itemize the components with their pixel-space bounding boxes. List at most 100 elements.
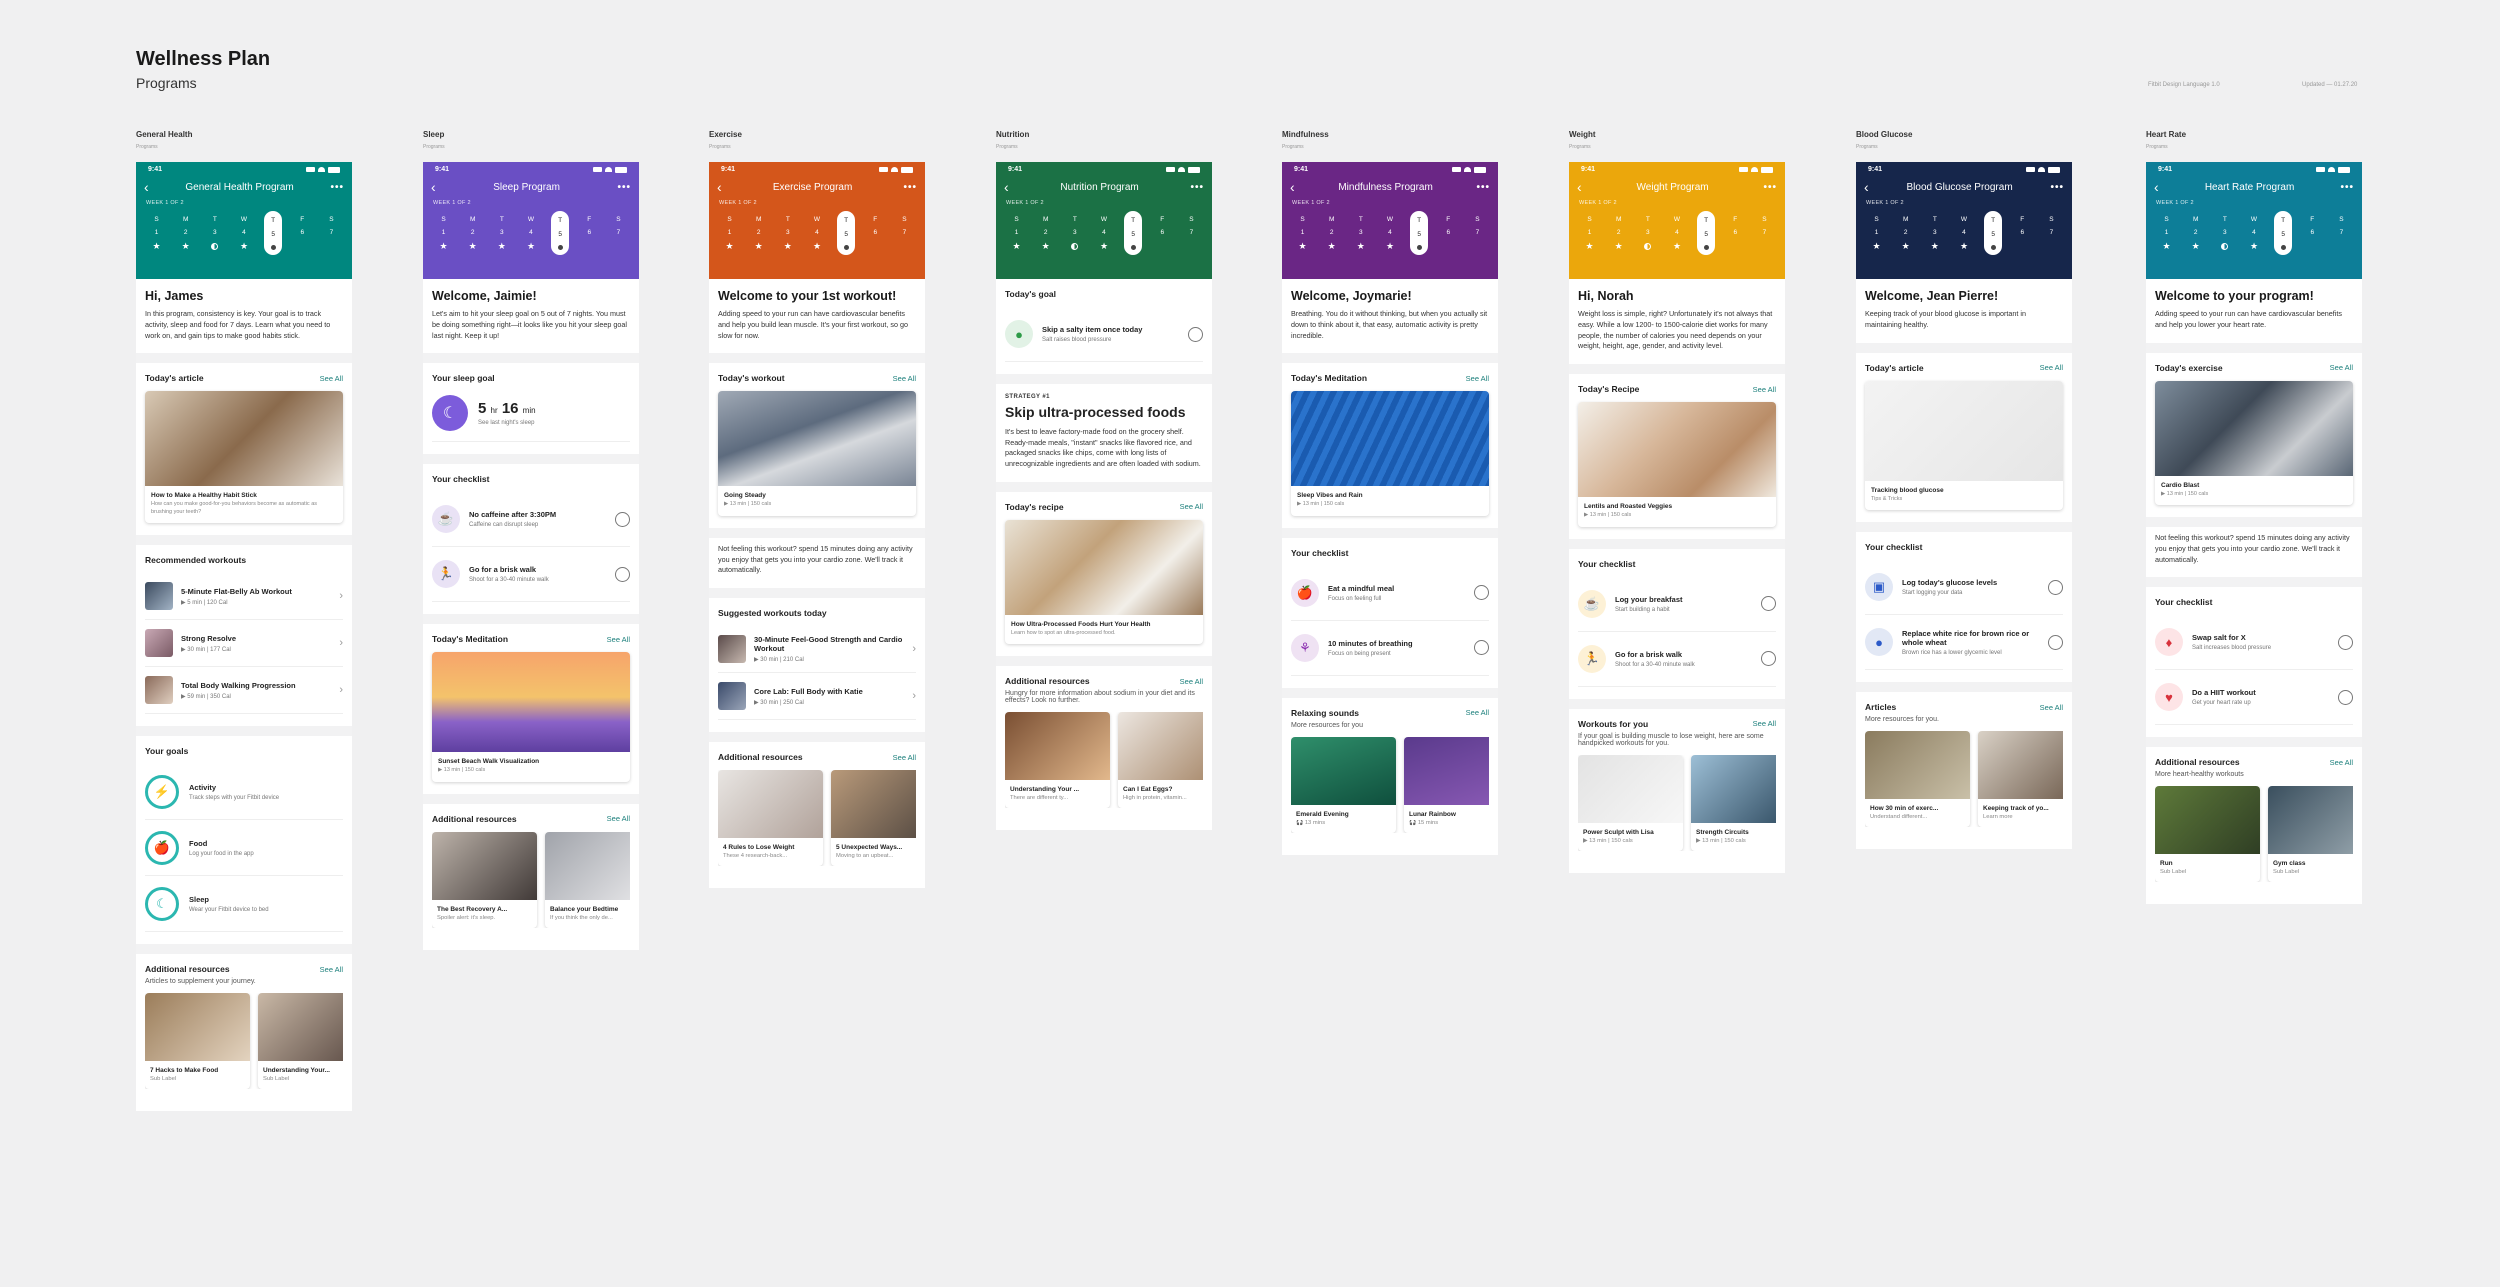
see-all-link[interactable]: See All — [2040, 363, 2063, 372]
more-icon[interactable]: ••• — [2340, 182, 2354, 193]
day-6[interactable]: F 6 — [866, 211, 884, 255]
day-4[interactable]: W 4 ★ — [808, 211, 826, 255]
see-all-link[interactable]: See All — [2330, 363, 2353, 372]
day-6[interactable]: F 6 — [2303, 211, 2321, 255]
day-3[interactable]: T 3 — [206, 211, 224, 255]
day-2[interactable]: M 2 ★ — [1323, 211, 1341, 255]
day-1[interactable]: S 1 ★ — [1294, 211, 1312, 255]
day-6[interactable]: F 6 — [1439, 211, 1457, 255]
day-2[interactable]: M 2 ★ — [177, 211, 195, 255]
goal-row[interactable]: 🍎 Food Log your food in the app — [145, 820, 343, 877]
checkbox-radio[interactable] — [2338, 689, 2353, 705]
day-3[interactable]: T 3 — [1639, 211, 1657, 255]
see-all-link[interactable]: See All — [1466, 708, 1489, 717]
resource-card[interactable]: 5 Unexpected Ways... Moving to an upbeat.… — [831, 770, 916, 867]
horizontal-scroll[interactable]: Understanding Your ... There are differen… — [1005, 712, 1203, 809]
back-chevron-icon[interactable]: ‹ — [431, 180, 436, 194]
back-chevron-icon[interactable]: ‹ — [2154, 180, 2159, 194]
see-all-link[interactable]: See All — [1753, 719, 1776, 728]
day-5[interactable]: T 5 — [1410, 211, 1429, 255]
featured-card[interactable]: Sleep Vibes and Rain ▶ 13 min | 150 cals — [1291, 391, 1489, 516]
day-5[interactable]: T 5 — [264, 211, 283, 255]
back-chevron-icon[interactable]: ‹ — [1864, 180, 1869, 194]
day-3[interactable]: T 3 ★ — [1352, 211, 1370, 255]
checklist-item[interactable]: 🏃 Go for a brisk walk Shoot for a 30-40 mi… — [432, 547, 630, 603]
day-5[interactable]: T 5 — [1984, 211, 2003, 255]
day-5[interactable]: T 5 — [1124, 211, 1143, 255]
day-1[interactable]: S 1 ★ — [1868, 211, 1886, 255]
resource-card[interactable]: Power Sculpt with Lisa ▶ 13 min | 150 cal… — [1578, 754, 1683, 851]
resource-card[interactable]: Keeping track of yo... Learn more — [1978, 731, 2063, 828]
checklist-item[interactable]: ♥ Do a HIIT workout Get your heart rate up — [2155, 670, 2353, 726]
more-icon[interactable]: ••• — [1476, 182, 1490, 193]
more-icon[interactable]: ••• — [617, 182, 631, 193]
featured-card[interactable]: How to Make a Healthy Habit Stick How can… — [145, 391, 343, 524]
horizontal-scroll[interactable]: Power Sculpt with Lisa ▶ 13 min | 150 cal… — [1578, 754, 1776, 851]
day-1[interactable]: S 1 ★ — [148, 211, 166, 255]
checklist-item[interactable]: ♦ Swap salt for X Salt increases blood pre… — [2155, 615, 2353, 671]
day-3[interactable]: T 3 ★ — [1926, 211, 1944, 255]
see-all-link[interactable]: See All — [607, 814, 630, 823]
day-4[interactable]: W 4 ★ — [2245, 211, 2263, 255]
day-3[interactable]: T 3 — [1066, 211, 1084, 255]
back-chevron-icon[interactable]: ‹ — [717, 180, 722, 194]
workout-row[interactable]: Strong Resolve ▶ 30 min | 177 Cal › — [145, 620, 343, 668]
checklist-item[interactable]: ● Replace white rice for brown rice or wh… — [1865, 615, 2063, 671]
day-6[interactable]: F 6 — [2013, 211, 2031, 255]
checklist-item[interactable]: 🍎 Eat a mindful meal Focus on feeling full — [1291, 566, 1489, 621]
more-icon[interactable]: ••• — [903, 182, 917, 193]
day-6[interactable]: F 6 — [1153, 211, 1171, 255]
checkbox-radio[interactable] — [2048, 579, 2063, 595]
checkbox-radio[interactable] — [1761, 651, 1776, 667]
checkbox-radio[interactable] — [1474, 585, 1489, 601]
day-7[interactable]: S 7 — [1182, 211, 1200, 255]
see-all-link[interactable]: See All — [2330, 758, 2353, 767]
see-all-link[interactable]: See All — [893, 753, 916, 762]
horizontal-scroll[interactable]: How 30 min of exerc... Understand differe… — [1865, 731, 2063, 828]
day-7[interactable]: S 7 — [322, 211, 340, 255]
day-4[interactable]: W 4 ★ — [1381, 211, 1399, 255]
day-3[interactable]: T 3 ★ — [493, 211, 511, 255]
day-5[interactable]: T 5 — [2274, 211, 2293, 255]
more-icon[interactable]: ••• — [2050, 182, 2064, 193]
see-all-link[interactable]: See All — [1466, 374, 1489, 383]
day-5[interactable]: T 5 — [837, 211, 856, 255]
resource-card[interactable]: Balance your Bedtime If you think the onl… — [545, 831, 630, 928]
workout-row[interactable]: Total Body Walking Progression ▶ 59 min |… — [145, 667, 343, 715]
goal-row[interactable]: ☾ Sleep Wear your Fitbit device to bed — [145, 876, 343, 933]
day-5[interactable]: T 5 — [551, 211, 570, 255]
day-2[interactable]: M 2 ★ — [2187, 211, 2205, 255]
resource-card[interactable]: Strength Circuits ▶ 13 min | 150 cals — [1691, 754, 1776, 851]
day-1[interactable]: S 1 ★ — [721, 211, 739, 255]
see-all-link[interactable]: See All — [1180, 502, 1203, 511]
checkbox-radio[interactable] — [615, 566, 630, 582]
resource-card[interactable]: Emerald Evening 🎧 13 mins — [1291, 736, 1396, 833]
featured-card[interactable]: Tracking blood glucose Tips & Tricks — [1865, 380, 2063, 511]
checkbox-radio[interactable] — [615, 511, 630, 527]
featured-card[interactable]: How Ultra-Processed Foods Hurt Your Heal… — [1005, 519, 1203, 645]
featured-card[interactable]: Lentils and Roasted Veggies ▶ 13 min | 15… — [1578, 402, 1776, 527]
checklist-item[interactable]: ▣ Log today's glucose levels Start logging… — [1865, 560, 2063, 616]
back-chevron-icon[interactable]: ‹ — [144, 180, 149, 194]
day-1[interactable]: S 1 ★ — [435, 211, 453, 255]
more-icon[interactable]: ••• — [330, 182, 344, 193]
goal-row[interactable]: ⚡ Activity Track steps with your Fitbit de… — [145, 764, 343, 821]
day-7[interactable]: S 7 — [1755, 211, 1773, 255]
day-6[interactable]: F 6 — [293, 211, 311, 255]
see-all-link[interactable]: See All — [320, 965, 343, 974]
see-all-link[interactable]: See All — [2040, 703, 2063, 712]
day-5[interactable]: T 5 — [1697, 211, 1716, 255]
day-2[interactable]: M 2 ★ — [1037, 211, 1055, 255]
day-7[interactable]: S 7 — [2042, 211, 2060, 255]
day-4[interactable]: W 4 ★ — [522, 211, 540, 255]
resource-card[interactable]: How 30 min of exerc... Understand differe… — [1865, 731, 1970, 828]
horizontal-scroll[interactable]: 7 Hacks to Make Food Sub Label Understandi… — [145, 993, 343, 1090]
resource-card[interactable]: 7 Hacks to Make Food Sub Label — [145, 993, 250, 1090]
back-chevron-icon[interactable]: ‹ — [1290, 180, 1295, 194]
day-1[interactable]: S 1 ★ — [2158, 211, 2176, 255]
day-2[interactable]: M 2 ★ — [464, 211, 482, 255]
workout-row[interactable]: 5-Minute Flat-Belly Ab Workout ▶ 5 min | … — [145, 573, 343, 621]
checklist-item[interactable]: 🏃 Go for a brisk walk Shoot for a 30-40 mi… — [1578, 632, 1776, 687]
day-4[interactable]: W 4 ★ — [1095, 211, 1113, 255]
more-icon[interactable]: ••• — [1763, 182, 1777, 193]
